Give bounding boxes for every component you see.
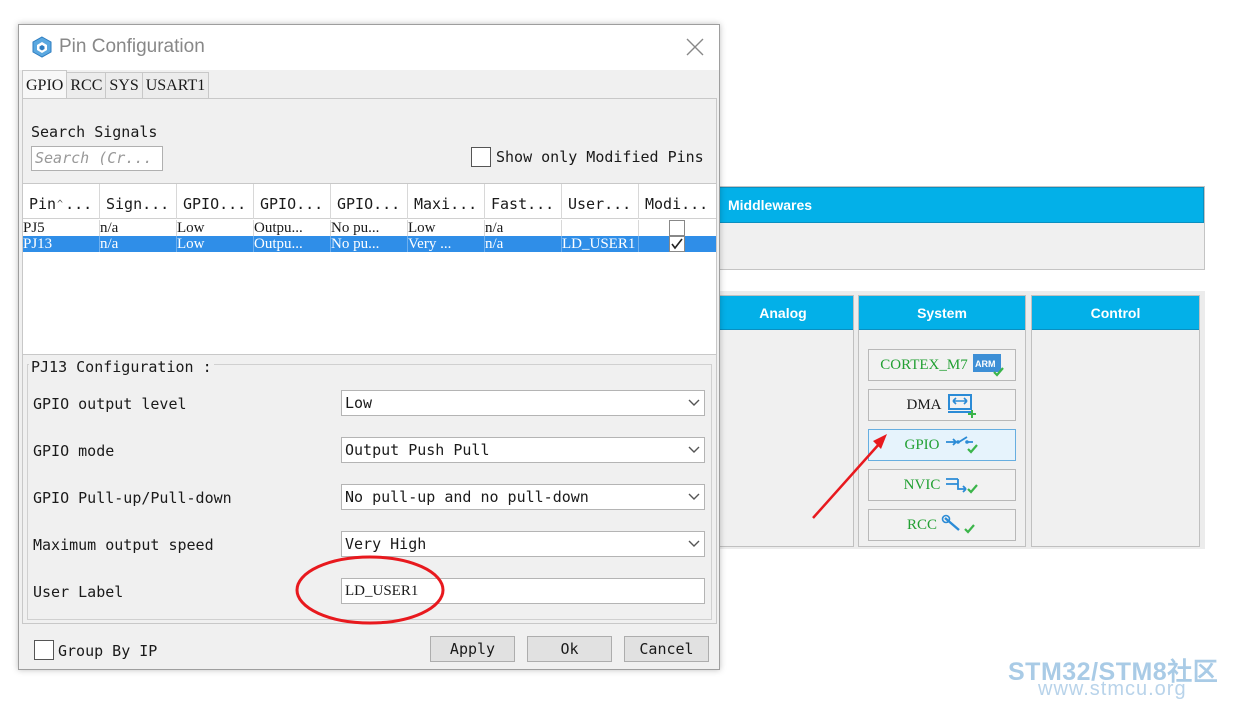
max-output-speed-select[interactable]: Very High [341,531,705,557]
system-item-rcc[interactable]: RCC [868,509,1016,541]
system-item-label: DMA [906,396,942,413]
cell-gpio-mode: Outpu... [254,236,331,252]
search-input[interactable]: Search (Cr... [31,146,163,171]
column-header-fast-mode[interactable]: Fast... [485,184,562,219]
column-header-signal[interactable]: Sign... [100,184,177,219]
category-system: System CORTEX_M7 ARM DMA GPIO NVIC RCC [858,295,1026,547]
dialog-title: Pin Configuration [59,36,205,57]
category-analog-header[interactable]: Analog [713,296,853,330]
gpio-mode-select[interactable]: Output Push Pull [341,437,705,463]
table-header: ^ Pin ... Sign... GPIO... GPIO... GPIO..… [23,184,716,219]
dma-icon [947,394,976,418]
max-output-speed-label: Maximum output speed [33,536,214,554]
gpio-output-level-select[interactable]: Low [341,390,705,416]
category-control-header[interactable]: Control [1032,296,1199,330]
chevron-down-icon [688,493,700,500]
system-item-label: GPIO [904,436,940,453]
table-row[interactable]: PJ5 n/a Low Outpu... No pu... Low n/a [23,220,716,236]
tab-rcc[interactable]: RCC [66,72,107,98]
select-value: Very High [345,535,427,553]
cell-fast-mode: n/a [485,236,562,252]
cell-gpio-pull: No pu... [331,236,408,252]
ok-button[interactable]: Ok [527,636,612,662]
category-control: Control [1031,295,1200,547]
apply-button[interactable]: Apply [430,636,515,662]
cell-fast-mode: n/a [485,220,562,236]
cell-pin: PJ13 [23,236,100,252]
cell-pin: PJ5 [23,220,100,236]
cell-signal: n/a [100,236,177,252]
chevron-down-icon [688,540,700,547]
category-area: Analog System CORTEX_M7 ARM DMA GPIO NVI… [712,291,1205,549]
column-header-pin[interactable]: ^ Pin ... [23,184,100,219]
middlewares-panel: Middlewares [712,186,1205,270]
pin-config-title: PJ13 Configuration : [29,358,214,376]
gpio-mode-label: GPIO mode [33,442,115,460]
gpio-pull-select[interactable]: No pull-up and no pull-down [341,484,705,510]
select-value: No pull-up and no pull-down [345,488,589,506]
column-header-user-label[interactable]: User... [562,184,639,219]
cell-max-speed: Low [408,220,485,236]
user-label-input[interactable]: LD_USER1 [341,578,705,604]
select-value: Output Push Pull [345,441,490,459]
cell-user-label [562,220,639,236]
gpio-output-level-label: GPIO output level [33,395,187,413]
chevron-down-icon [688,399,700,406]
pin-configuration-dialog: Pin Configuration GPIO RCC SYS USART1 Se… [18,24,720,670]
gpio-pull-label: GPIO Pull-up/Pull-down [33,489,232,507]
table-row-selected[interactable]: PJ13 n/a Low Outpu... No pu... Very ... … [23,236,716,252]
dialog-titlebar[interactable]: Pin Configuration [19,25,719,70]
system-item-label: RCC [906,516,937,533]
category-system-header[interactable]: System [859,296,1025,330]
search-signals-label: Search Signals [31,123,158,141]
arm-chip-icon: ARM [972,354,1004,377]
system-item-nvic[interactable]: NVIC [868,469,1016,501]
system-item-dma[interactable]: DMA [868,389,1016,421]
column-header-gpio-pull[interactable]: GPIO... [331,184,408,219]
column-header-max-speed[interactable]: Maxi... [408,184,485,219]
column-header-modified[interactable]: Modi... [639,184,716,219]
wrench-icon [941,514,975,534]
tab-sys[interactable]: SYS [105,72,143,98]
system-item-cortex-m7[interactable]: CORTEX_M7 ARM [868,349,1016,381]
tab-usart1[interactable]: USART1 [141,72,210,98]
column-header-gpio-mode[interactable]: GPIO... [254,184,331,219]
arm-badge: ARM [975,359,996,369]
cell-signal: n/a [100,220,177,236]
group-by-ip-label: Group By IP [58,642,158,660]
user-label-label: User Label [33,583,124,601]
cell-gpio-level: Low [177,236,254,252]
show-modified-label: Show only Modified Pins [496,148,704,166]
cube-app-icon [32,36,52,58]
group-by-ip-checkbox[interactable] [34,640,54,660]
modified-checkbox-checked[interactable] [669,236,685,252]
checkmark-icon [671,238,683,250]
close-icon[interactable] [685,37,705,57]
show-modified-checkbox[interactable] [471,147,491,167]
system-item-label: CORTEX_M7 [880,356,968,373]
sort-ascending-icon: ^ [57,199,64,210]
nvic-icon [946,478,979,494]
cell-gpio-level: Low [177,220,254,236]
system-item-label: NVIC [903,476,941,493]
category-analog: Analog [712,295,854,547]
cancel-button[interactable]: Cancel [624,636,709,662]
gpio-switch-icon [945,436,978,454]
tab-gpio[interactable]: GPIO [22,70,68,98]
select-value: Low [345,394,373,412]
cell-max-speed: Very ... [408,236,485,252]
cell-user-label: LD_USER1 [562,236,639,252]
middlewares-header[interactable]: Middlewares [713,187,1204,223]
cell-gpio-pull: No pu... [331,220,408,236]
tab-strip: GPIO RCC SYS USART1 [22,70,210,98]
modified-checkbox[interactable] [669,220,685,236]
pin-table: ^ Pin ... Sign... GPIO... GPIO... GPIO..… [22,183,717,355]
cell-gpio-mode: Outpu... [254,220,331,236]
column-header-gpio-level[interactable]: GPIO... [177,184,254,219]
chevron-down-icon [688,446,700,453]
system-item-gpio[interactable]: GPIO [868,429,1016,461]
watermark-url: www.stmcu.org [1038,678,1187,700]
